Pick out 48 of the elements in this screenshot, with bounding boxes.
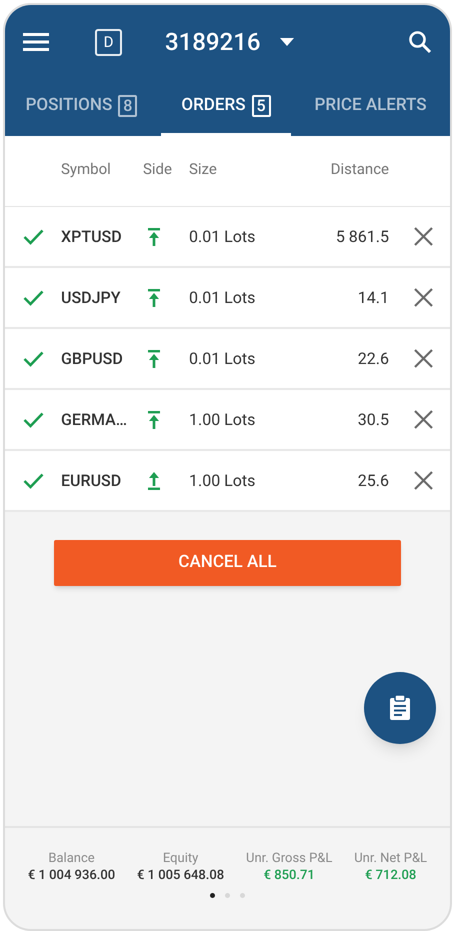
symbol-cell-text: USDJPY — [61, 286, 122, 308]
metric-label: Equity — [162, 850, 198, 867]
close-icon[interactable] — [414, 227, 433, 246]
symbol-cell-text: GBPUSD — [61, 348, 124, 370]
count-badge: 5 — [252, 94, 271, 116]
column-header: Symbol — [61, 159, 112, 180]
tab[interactable]: PRICE ALERTS — [291, 75, 450, 136]
account-selector[interactable]: 3189216 — [165, 24, 294, 60]
close-icon[interactable] — [414, 471, 433, 490]
symbol-cell-text: GERMA… — [61, 408, 128, 430]
metric-label: Unr. Net P&L — [354, 850, 428, 867]
symbol-cell-text: EURUSD — [61, 470, 122, 492]
dropdown-caret-icon — [280, 38, 294, 46]
search-icon[interactable] — [408, 30, 432, 54]
column-header: Distance — [330, 159, 389, 180]
close-icon[interactable] — [414, 410, 433, 429]
check-icon — [23, 412, 44, 428]
metric-value: € 1 004 936.00 — [28, 867, 116, 884]
close-icon[interactable] — [414, 349, 433, 368]
metric-value: € 712.08 — [365, 867, 416, 884]
cancel-all-button[interactable]: CANCEL ALL — [54, 540, 401, 586]
distance-cell-text: 5 861.5 — [334, 226, 389, 248]
size-cell-text: 0.01 Lots — [189, 286, 256, 308]
metric-label: Balance — [48, 850, 95, 867]
check-icon — [23, 350, 44, 366]
clipboard-icon — [389, 695, 411, 721]
distance-cell-text: 30.5 — [356, 408, 389, 430]
check-icon — [23, 290, 44, 306]
distance-cell-text: 14.1 — [356, 286, 389, 308]
column-header: Size — [189, 159, 218, 180]
check-icon — [23, 228, 44, 244]
symbol-cell-text: XPTUSD — [61, 226, 123, 248]
metric-value: € 1 005 648.08 — [136, 867, 224, 884]
close-icon[interactable] — [414, 288, 433, 307]
distance-cell-text: 22.6 — [356, 348, 389, 370]
size-cell-text: 1.00 Lots — [189, 408, 256, 430]
column-header: Side — [143, 159, 173, 180]
check-icon — [23, 472, 44, 488]
metric-label: Unr. Gross P&L — [246, 850, 332, 867]
count-badge: 8 — [118, 94, 138, 116]
menu-icon[interactable] — [23, 32, 49, 52]
distance-cell-text: 25.6 — [356, 470, 389, 492]
size-cell-text: 0.01 Lots — [189, 226, 256, 248]
size-cell-text: 0.01 Lots — [189, 348, 256, 370]
metric-value: € 850.71 — [264, 867, 315, 884]
account-type-badge: D — [95, 28, 122, 56]
size-cell-text: 1.00 Lots — [189, 470, 256, 492]
tab[interactable]: POSITIONS 8 — [5, 75, 161, 136]
